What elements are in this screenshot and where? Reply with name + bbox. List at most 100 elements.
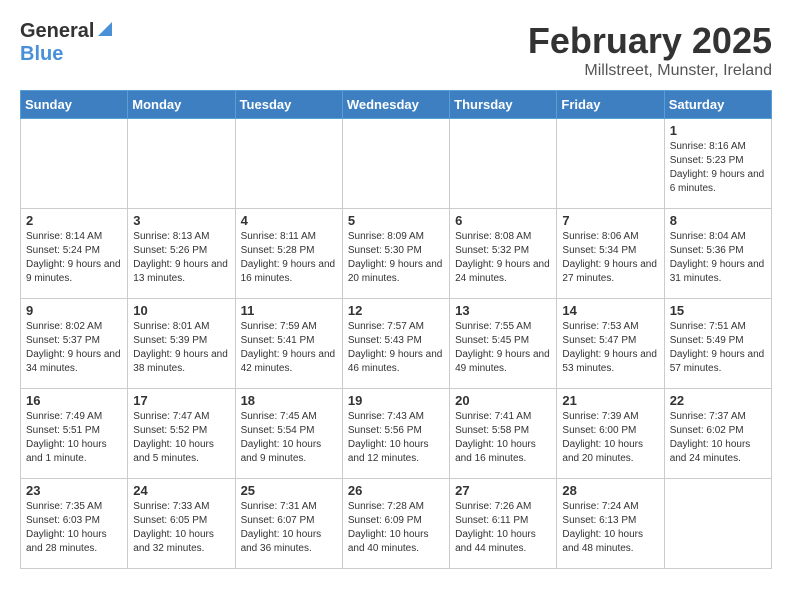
day-info: Sunrise: 7:31 AM Sunset: 6:07 PM Dayligh… xyxy=(241,500,337,556)
day-cell xyxy=(342,119,449,209)
day-info: Sunrise: 8:11 AM Sunset: 5:28 PM Dayligh… xyxy=(241,230,337,286)
day-number: 27 xyxy=(455,483,551,498)
day-cell xyxy=(128,119,235,209)
day-number: 3 xyxy=(133,213,229,228)
logo: General Blue xyxy=(20,20,114,66)
day-cell: 5Sunrise: 8:09 AM Sunset: 5:30 PM Daylig… xyxy=(342,209,449,299)
day-cell: 3 Sunrise: 8:13 AM Sunset: 5:26 PM Daylig… xyxy=(128,209,235,299)
day-number: 7 xyxy=(562,213,658,228)
week-row-3: 9 Sunrise: 8:02 AM Sunset: 5:37 PM Daylig… xyxy=(21,299,772,389)
day-cell: 6 Sunrise: 8:08 AM Sunset: 5:32 PM Daylig… xyxy=(450,209,557,299)
weekday-header-sunday: Sunday xyxy=(21,91,128,119)
day-number: 23 xyxy=(26,483,122,498)
day-number: 5 xyxy=(348,213,444,228)
day-cell: 15 Sunrise: 7:51 AM Sunset: 5:49 PM Dayli… xyxy=(664,299,771,389)
day-info: Sunrise: 8:01 AM Sunset: 5:39 PM Dayligh… xyxy=(133,320,229,376)
day-cell: 26 Sunrise: 7:28 AM Sunset: 6:09 PM Dayli… xyxy=(342,479,449,569)
week-row-5: 23 Sunrise: 7:35 AM Sunset: 6:03 PM Dayli… xyxy=(21,479,772,569)
day-info: Sunrise: 8:02 AM Sunset: 5:37 PM Dayligh… xyxy=(26,320,122,376)
day-number: 6 xyxy=(455,213,551,228)
weekday-header-friday: Friday xyxy=(557,91,664,119)
day-info: Sunrise: 7:59 AM Sunset: 5:41 PM Dayligh… xyxy=(241,320,337,376)
day-info: Sunrise: 7:55 AM Sunset: 5:45 PM Dayligh… xyxy=(455,320,551,376)
day-cell: 8 Sunrise: 8:04 AM Sunset: 5:36 PM Daylig… xyxy=(664,209,771,299)
weekday-header-thursday: Thursday xyxy=(450,91,557,119)
day-info: Sunrise: 7:47 AM Sunset: 5:52 PM Dayligh… xyxy=(133,410,229,466)
day-number: 28 xyxy=(562,483,658,498)
day-number: 15 xyxy=(670,303,766,318)
day-info: Sunrise: 7:49 AM Sunset: 5:51 PM Dayligh… xyxy=(26,410,122,466)
day-number: 14 xyxy=(562,303,658,318)
location-title: Millstreet, Munster, Ireland xyxy=(528,62,772,80)
day-info: Sunrise: 7:45 AM Sunset: 5:54 PM Dayligh… xyxy=(241,410,337,466)
day-info: Sunrise: 7:24 AM Sunset: 6:13 PM Dayligh… xyxy=(562,500,658,556)
day-number: 9 xyxy=(26,303,122,318)
day-number: 18 xyxy=(241,393,337,408)
month-title: February 2025 xyxy=(528,20,772,62)
day-cell: 23 Sunrise: 7:35 AM Sunset: 6:03 PM Dayli… xyxy=(21,479,128,569)
day-info: Sunrise: 7:39 AM Sunset: 6:00 PM Dayligh… xyxy=(562,410,658,466)
day-cell: 28 Sunrise: 7:24 AM Sunset: 6:13 PM Dayli… xyxy=(557,479,664,569)
day-info: Sunrise: 8:06 AM Sunset: 5:34 PM Dayligh… xyxy=(562,230,658,286)
day-info: Sunrise: 7:28 AM Sunset: 6:09 PM Dayligh… xyxy=(348,500,444,556)
day-cell: 20 Sunrise: 7:41 AM Sunset: 5:58 PM Dayli… xyxy=(450,389,557,479)
title-area: February 2025 Millstreet, Munster, Irela… xyxy=(528,20,772,80)
day-info: Sunrise: 8:08 AM Sunset: 5:32 PM Dayligh… xyxy=(455,230,551,286)
day-cell xyxy=(235,119,342,209)
day-cell: 10 Sunrise: 8:01 AM Sunset: 5:39 PM Dayli… xyxy=(128,299,235,389)
day-cell: 24Sunrise: 7:33 AM Sunset: 6:05 PM Dayli… xyxy=(128,479,235,569)
day-info: Sunrise: 7:43 AM Sunset: 5:56 PM Dayligh… xyxy=(348,410,444,466)
day-cell: 14 Sunrise: 7:53 AM Sunset: 5:47 PM Dayli… xyxy=(557,299,664,389)
week-row-2: 2Sunrise: 8:14 AM Sunset: 5:24 PM Daylig… xyxy=(21,209,772,299)
day-info: Sunrise: 8:04 AM Sunset: 5:36 PM Dayligh… xyxy=(670,230,766,286)
day-number: 8 xyxy=(670,213,766,228)
day-info: Sunrise: 7:33 AM Sunset: 6:05 PM Dayligh… xyxy=(133,500,229,556)
day-number: 25 xyxy=(241,483,337,498)
day-info: Sunrise: 7:51 AM Sunset: 5:49 PM Dayligh… xyxy=(670,320,766,376)
day-cell xyxy=(450,119,557,209)
day-info: Sunrise: 7:41 AM Sunset: 5:58 PM Dayligh… xyxy=(455,410,551,466)
day-info: Sunrise: 7:35 AM Sunset: 6:03 PM Dayligh… xyxy=(26,500,122,556)
week-row-1: 1 Sunrise: 8:16 AM Sunset: 5:23 PM Daylig… xyxy=(21,119,772,209)
day-number: 20 xyxy=(455,393,551,408)
week-row-4: 16 Sunrise: 7:49 AM Sunset: 5:51 PM Dayli… xyxy=(21,389,772,479)
day-info: Sunrise: 7:53 AM Sunset: 5:47 PM Dayligh… xyxy=(562,320,658,376)
day-info: Sunrise: 8:16 AM Sunset: 5:23 PM Dayligh… xyxy=(670,140,766,196)
day-info: Sunrise: 7:37 AM Sunset: 6:02 PM Dayligh… xyxy=(670,410,766,466)
day-number: 13 xyxy=(455,303,551,318)
day-cell: 21 Sunrise: 7:39 AM Sunset: 6:00 PM Dayli… xyxy=(557,389,664,479)
weekday-header-row: SundayMondayTuesdayWednesdayThursdayFrid… xyxy=(21,91,772,119)
day-cell xyxy=(664,479,771,569)
day-number: 21 xyxy=(562,393,658,408)
day-cell: 4Sunrise: 8:11 AM Sunset: 5:28 PM Daylig… xyxy=(235,209,342,299)
weekday-header-wednesday: Wednesday xyxy=(342,91,449,119)
day-cell: 25 Sunrise: 7:31 AM Sunset: 6:07 PM Dayli… xyxy=(235,479,342,569)
day-cell: 27 Sunrise: 7:26 AM Sunset: 6:11 PM Dayli… xyxy=(450,479,557,569)
day-cell: 19 Sunrise: 7:43 AM Sunset: 5:56 PM Dayli… xyxy=(342,389,449,479)
weekday-header-saturday: Saturday xyxy=(664,91,771,119)
day-number: 26 xyxy=(348,483,444,498)
day-number: 1 xyxy=(670,123,766,138)
day-cell: 1 Sunrise: 8:16 AM Sunset: 5:23 PM Daylig… xyxy=(664,119,771,209)
day-number: 19 xyxy=(348,393,444,408)
logo-blue: Blue xyxy=(20,43,63,65)
day-cell: 18 Sunrise: 7:45 AM Sunset: 5:54 PM Dayli… xyxy=(235,389,342,479)
day-cell: 9 Sunrise: 8:02 AM Sunset: 5:37 PM Daylig… xyxy=(21,299,128,389)
day-cell: 16 Sunrise: 7:49 AM Sunset: 5:51 PM Dayli… xyxy=(21,389,128,479)
day-number: 11 xyxy=(241,303,337,318)
day-cell: 22Sunrise: 7:37 AM Sunset: 6:02 PM Dayli… xyxy=(664,389,771,479)
day-number: 17 xyxy=(133,393,229,408)
day-cell: 2Sunrise: 8:14 AM Sunset: 5:24 PM Daylig… xyxy=(21,209,128,299)
weekday-header-tuesday: Tuesday xyxy=(235,91,342,119)
day-number: 10 xyxy=(133,303,229,318)
day-info: Sunrise: 8:14 AM Sunset: 5:24 PM Dayligh… xyxy=(26,230,122,286)
day-info: Sunrise: 7:26 AM Sunset: 6:11 PM Dayligh… xyxy=(455,500,551,556)
day-info: Sunrise: 7:57 AM Sunset: 5:43 PM Dayligh… xyxy=(348,320,444,376)
day-cell: 11 Sunrise: 7:59 AM Sunset: 5:41 PM Dayli… xyxy=(235,299,342,389)
day-number: 16 xyxy=(26,393,122,408)
day-cell: 13 Sunrise: 7:55 AM Sunset: 5:45 PM Dayli… xyxy=(450,299,557,389)
day-cell: 17 Sunrise: 7:47 AM Sunset: 5:52 PM Dayli… xyxy=(128,389,235,479)
day-cell xyxy=(557,119,664,209)
day-info: Sunrise: 8:13 AM Sunset: 5:26 PM Dayligh… xyxy=(133,230,229,286)
calendar: SundayMondayTuesdayWednesdayThursdayFrid… xyxy=(20,90,772,569)
